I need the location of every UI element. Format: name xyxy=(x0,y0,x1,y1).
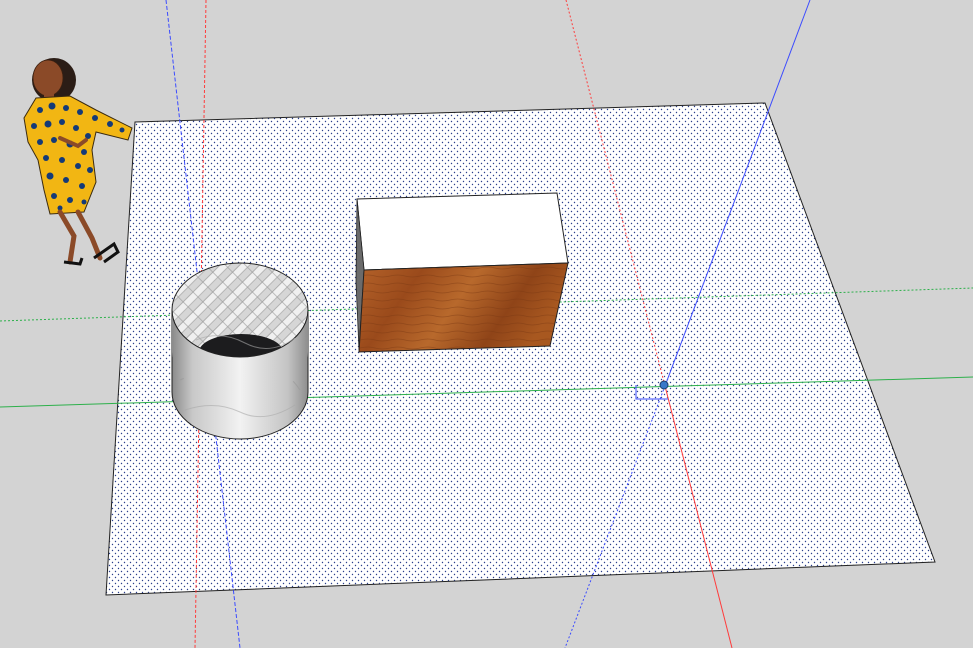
box-top-face xyxy=(356,192,569,271)
person-face xyxy=(32,59,64,97)
modeling-viewport[interactable] xyxy=(0,0,973,648)
marble-cylinder[interactable] xyxy=(171,262,309,440)
scene-canvas[interactable] xyxy=(0,0,973,648)
wood-box[interactable] xyxy=(355,192,569,353)
